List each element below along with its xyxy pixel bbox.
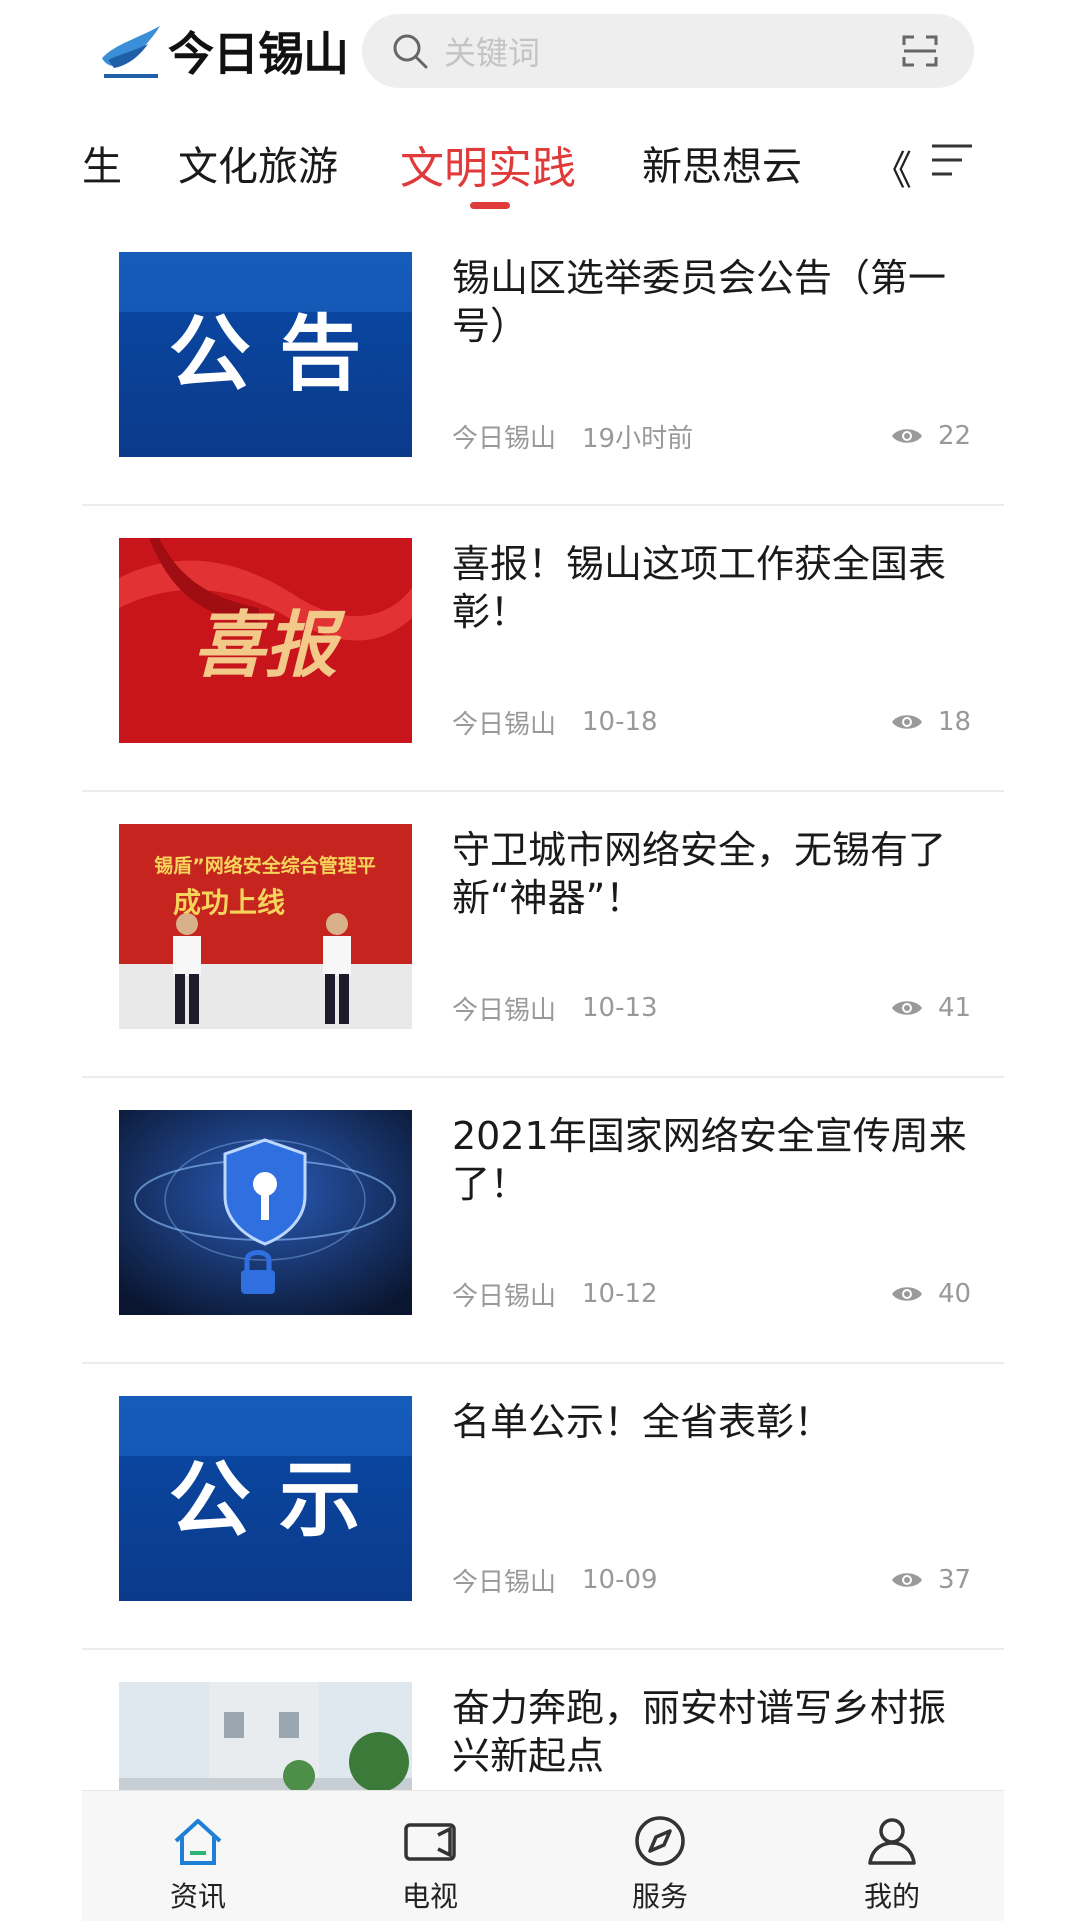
article-thumbnail	[119, 1110, 412, 1315]
search-icon	[393, 34, 428, 69]
article-title[interactable]: 奋力奔跑，丽安村谱写乡村振兴新起点	[452, 1684, 972, 1780]
article-time: 10-13	[582, 993, 658, 1023]
thumb-text: 公 告	[169, 307, 362, 402]
logo-text: 今日锡山	[168, 27, 349, 81]
user-icon	[868, 1818, 916, 1865]
app-logo[interactable]: 今日锡山	[98, 18, 349, 84]
article-meta: 今日锡山 10-18 18	[452, 702, 972, 742]
search-placeholder: 关键词	[444, 34, 541, 72]
article-title[interactable]: 名单公示！全省表彰！	[452, 1398, 972, 1446]
article-views: 37	[938, 1565, 972, 1595]
article-meta: 今日锡山 10-13 41	[452, 988, 972, 1028]
video-camera-icon	[404, 1823, 456, 1861]
nav-label: 服务	[631, 1880, 688, 1913]
article-thumbnail: 公 告	[119, 252, 412, 457]
tab-item[interactable]: 生	[82, 134, 122, 192]
article-thumbnail: 锡盾”网络安全综合管理平 成功上线	[119, 824, 412, 1029]
article-time: 10-18	[582, 707, 658, 737]
thumb-text: 公 示	[169, 1453, 362, 1548]
eye-icon	[892, 715, 922, 729]
article-time: 19小时前	[582, 423, 694, 454]
article-views: 18	[938, 707, 972, 737]
article-source: 今日锡山	[452, 423, 557, 454]
article-time: 10-09	[582, 1565, 658, 1595]
article-title[interactable]: 守卫城市网络安全，无锡有了新“神器”！	[452, 826, 972, 922]
article-item[interactable]: 锡盾”网络安全综合管理平 成功上线 守卫城市网络安全，无锡有了新“神器”！ 今日…	[82, 792, 1004, 1078]
article-thumbnail	[119, 1682, 412, 1790]
app-header: 今日锡山 关键词	[0, 0, 1080, 100]
article-title[interactable]: 2021年国家网络安全宣传周来了！	[452, 1112, 972, 1208]
tab-item[interactable]: 文化旅游	[178, 134, 338, 192]
article-list: 公 告 锡山区选举委员会公告（第一号） 今日锡山 19小时前 22 喜报 喜报！…	[82, 220, 1004, 1790]
article-views: 22	[938, 421, 972, 451]
article-thumbnail: 公 示	[119, 1396, 412, 1601]
nav-item-service[interactable]: 服务	[590, 1813, 730, 1915]
article-item[interactable]: 2021年国家网络安全宣传周来了！ 今日锡山 10-12 40	[82, 1078, 1004, 1364]
nav-item-mine[interactable]: 我的	[822, 1813, 962, 1915]
thumb-text: 喜报	[193, 602, 346, 687]
article-source: 今日锡山	[452, 995, 557, 1026]
thumb-text: 锡盾”网络安全综合管理平	[154, 854, 376, 877]
article-time: 10-12	[582, 1279, 658, 1309]
article-title[interactable]: 喜报！锡山这项工作获全国表彰！	[452, 540, 972, 636]
article-source: 今日锡山	[452, 709, 557, 740]
article-source: 今日锡山	[452, 1567, 557, 1598]
article-meta: 今日锡山 10-12 40	[452, 1274, 972, 1314]
tabs-collapse-icon[interactable]: 《	[872, 138, 912, 196]
article-meta: 今日锡山 10-09 37	[452, 1560, 972, 1600]
article-meta: 今日锡山 19小时前 22	[452, 416, 972, 456]
nav-item-news[interactable]: 资讯	[128, 1813, 268, 1915]
nav-label: 资讯	[169, 1880, 226, 1913]
logo-bird-icon	[98, 18, 164, 84]
eye-icon	[892, 1287, 922, 1301]
nav-label: 我的	[863, 1880, 920, 1913]
active-tab-indicator	[470, 202, 510, 209]
article-source: 今日锡山	[452, 1281, 557, 1312]
eye-icon	[892, 1001, 922, 1015]
article-views: 40	[938, 1279, 972, 1309]
article-item[interactable]: 奋力奔跑，丽安村谱写乡村振兴新起点	[82, 1650, 1004, 1790]
tabs-menu-icon[interactable]	[930, 142, 974, 178]
article-views: 41	[938, 993, 972, 1023]
compass-icon	[635, 1816, 685, 1866]
article-item[interactable]: 公 告 锡山区选举委员会公告（第一号） 今日锡山 19小时前 22	[82, 220, 1004, 506]
tab-active[interactable]: 文明实践	[400, 132, 576, 196]
article-title[interactable]: 锡山区选举委员会公告（第一号）	[452, 254, 972, 350]
tab-item[interactable]: 新思想云	[642, 134, 802, 192]
category-tabs: 生 文化旅游 文明实践 新思想云 《	[0, 100, 1080, 220]
eye-icon	[892, 1573, 922, 1587]
nav-label: 电视	[401, 1880, 458, 1913]
search-bar[interactable]: 关键词	[362, 14, 974, 88]
article-item[interactable]: 喜报 喜报！锡山这项工作获全国表彰！ 今日锡山 10-18 18	[82, 506, 1004, 792]
bottom-nav: 资讯 电视 服务 我的	[82, 1790, 1004, 1921]
scan-icon[interactable]	[900, 31, 940, 71]
article-item[interactable]: 公 示 名单公示！全省表彰！ 今日锡山 10-09 37	[82, 1364, 1004, 1650]
home-icon	[174, 1819, 222, 1865]
eye-icon	[892, 429, 922, 443]
nav-item-tv[interactable]: 电视	[360, 1813, 500, 1915]
article-thumbnail: 喜报	[119, 538, 412, 743]
